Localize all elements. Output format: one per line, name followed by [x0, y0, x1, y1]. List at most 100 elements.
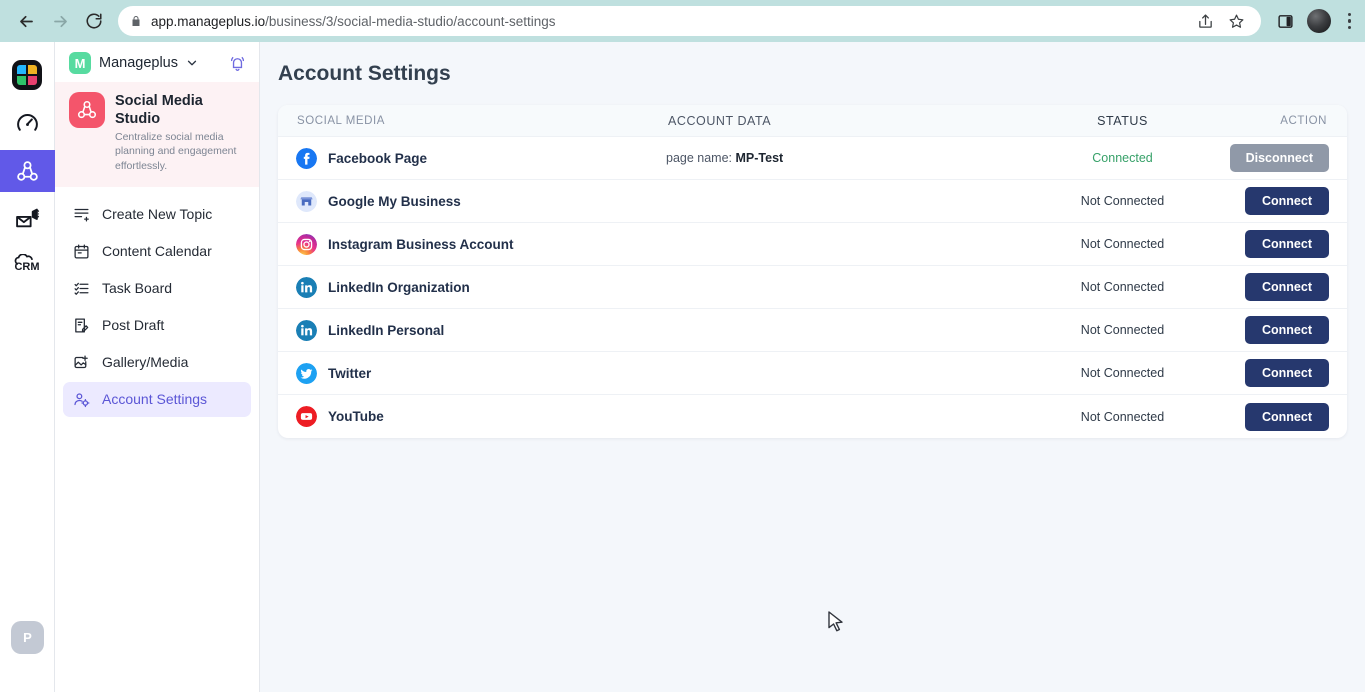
- table-row: Facebook Page page name: MP-Test Connect…: [278, 137, 1347, 180]
- status-badge: Not Connected: [1080, 323, 1165, 337]
- checklist-icon: [73, 280, 91, 297]
- sidebar-item-task-board[interactable]: Task Board: [63, 271, 251, 306]
- table-row: LinkedIn Organization Not Connected Conn…: [278, 266, 1347, 309]
- sidebar-item-gallery-media[interactable]: Gallery/Media: [63, 345, 251, 380]
- column-header-social-media: SOCIAL MEDIA: [297, 114, 385, 127]
- app-shell: CRM P M Manageplus Social Media Studio C…: [0, 42, 1365, 692]
- side-panel-icon[interactable]: [1277, 13, 1294, 30]
- table-row: YouTube Not Connected Connect: [278, 395, 1347, 438]
- table-header-row: SOCIAL MEDIA ACCOUNT DATA STATUS ACTION: [278, 105, 1347, 137]
- linkedin-icon: [296, 276, 317, 298]
- connect-button[interactable]: Connect: [1245, 187, 1329, 215]
- three-dot-menu-icon[interactable]: [1344, 12, 1356, 30]
- sidebar-item-content-calendar[interactable]: Content Calendar: [63, 234, 251, 269]
- sidebar-nav: Create New Topic Content Calendar Task B…: [55, 187, 259, 417]
- accounts-table: SOCIAL MEDIA ACCOUNT DATA STATUS ACTION …: [278, 105, 1347, 438]
- row-social-media: Facebook Page: [296, 147, 666, 169]
- user-avatar[interactable]: P: [11, 621, 44, 654]
- account-data-value: MP-Test: [735, 151, 784, 165]
- status-badge: Not Connected: [1080, 366, 1165, 380]
- row-name: Facebook Page: [328, 150, 428, 166]
- sidebar-item-label: Gallery/Media: [102, 354, 189, 371]
- rail-item-social-media-studio[interactable]: [0, 150, 55, 192]
- icon-rail: CRM P: [0, 42, 55, 692]
- connect-button[interactable]: Connect: [1245, 359, 1329, 387]
- table-row: Google My Business Not Connected Connect: [278, 180, 1347, 223]
- linkedin-icon: [296, 319, 317, 341]
- connect-button[interactable]: Connect: [1245, 230, 1329, 258]
- grid-logo-icon: [12, 60, 42, 90]
- row-action: Connect: [1219, 316, 1329, 344]
- disconnect-button[interactable]: Disconnect: [1229, 144, 1329, 172]
- rail-item-crm[interactable]: CRM: [0, 246, 55, 288]
- row-social-media: YouTube: [296, 406, 666, 427]
- workspace-badge: M: [69, 52, 91, 74]
- address-bar[interactable]: app.manageplus.io/business/3/social-medi…: [118, 6, 1261, 36]
- status-badge: Not Connected: [1080, 237, 1165, 251]
- column-header-action: ACTION: [1280, 114, 1327, 127]
- chevron-down-icon[interactable]: [185, 56, 199, 70]
- crm-cloud-icon: CRM: [14, 254, 40, 273]
- connect-button[interactable]: Connect: [1245, 273, 1329, 301]
- rail-item-app-logo[interactable]: [0, 54, 55, 96]
- url-host: app.manageplus.io: [151, 13, 266, 29]
- status-badge: Not Connected: [1080, 409, 1165, 424]
- row-action: Connect: [1219, 230, 1329, 258]
- connect-button[interactable]: Connect: [1245, 402, 1329, 431]
- social-network-icon: [15, 159, 40, 184]
- reload-icon[interactable]: [78, 5, 110, 37]
- image-add-icon: [73, 354, 91, 371]
- envelope-megaphone-icon: [15, 207, 40, 232]
- back-arrow-icon[interactable]: [10, 5, 42, 37]
- row-name: Instagram Business Account: [328, 236, 514, 252]
- share-icon[interactable]: [1197, 13, 1214, 30]
- notification-bell-icon[interactable]: [228, 54, 247, 73]
- lock-icon: [130, 15, 142, 27]
- studio-title: Social Media Studio: [115, 93, 203, 128]
- row-action: Connect: [1219, 359, 1329, 387]
- browser-toolbar: app.manageplus.io/business/3/social-medi…: [0, 0, 1365, 42]
- row-social-media: LinkedIn Organization: [296, 276, 666, 298]
- sidebar-item-account-settings[interactable]: Account Settings: [63, 381, 251, 417]
- status-badge: Connected: [1092, 151, 1153, 165]
- studio-banner: Social Media Studio Centralize social me…: [55, 82, 259, 187]
- mouse-cursor: [828, 611, 843, 632]
- sidebar-item-create-new-topic[interactable]: Create New Topic: [63, 197, 251, 232]
- profile-avatar[interactable]: [1306, 9, 1331, 33]
- star-icon[interactable]: [1228, 13, 1245, 30]
- instagram-icon: [296, 233, 317, 255]
- status-badge: Not Connected: [1080, 194, 1165, 208]
- studio-subtitle: Centralize social media planning and eng…: [115, 131, 237, 172]
- sidebar-item-label: Task Board: [102, 280, 173, 297]
- forward-arrow-icon[interactable]: [44, 5, 76, 37]
- sidebar-item-post-draft[interactable]: Post Draft: [63, 308, 251, 343]
- row-name: LinkedIn Organization: [328, 279, 470, 295]
- sidebar: M Manageplus Social Media Studio Central…: [55, 42, 260, 692]
- draft-edit-icon: [73, 317, 91, 334]
- row-action: Connect: [1219, 187, 1329, 215]
- google-my-business-icon: [296, 190, 317, 212]
- rail-item-campaigns[interactable]: [0, 198, 55, 240]
- social-network-icon: [69, 92, 105, 128]
- connect-button[interactable]: Connect: [1245, 316, 1329, 344]
- user-settings-icon: [73, 391, 91, 408]
- youtube-icon: [296, 406, 317, 427]
- calendar-icon: [73, 243, 91, 260]
- sidebar-item-label: Account Settings: [102, 391, 208, 408]
- table-row: LinkedIn Personal Not Connected Connect: [278, 309, 1347, 352]
- speedometer-icon: [15, 111, 40, 136]
- status-badge: Not Connected: [1080, 280, 1165, 294]
- row-action: Connect: [1219, 402, 1329, 431]
- sidebar-item-label: Content Calendar: [102, 243, 212, 260]
- url-text: app.manageplus.io/business/3/social-medi…: [151, 14, 556, 29]
- url-path: /business/3/social-media-studio/account-…: [265, 13, 556, 29]
- workspace-name: Manageplus: [99, 55, 178, 71]
- row-account-data: page name: MP-Test: [666, 151, 1026, 165]
- row-name: YouTube: [328, 409, 384, 424]
- omnibox-actions: [1197, 13, 1249, 30]
- workspace-switcher[interactable]: M Manageplus: [55, 42, 259, 82]
- facebook-icon: [296, 147, 317, 169]
- page-title: Account Settings: [278, 62, 451, 85]
- toolbar-right: [1271, 9, 1356, 33]
- rail-item-dashboard[interactable]: [0, 102, 55, 144]
